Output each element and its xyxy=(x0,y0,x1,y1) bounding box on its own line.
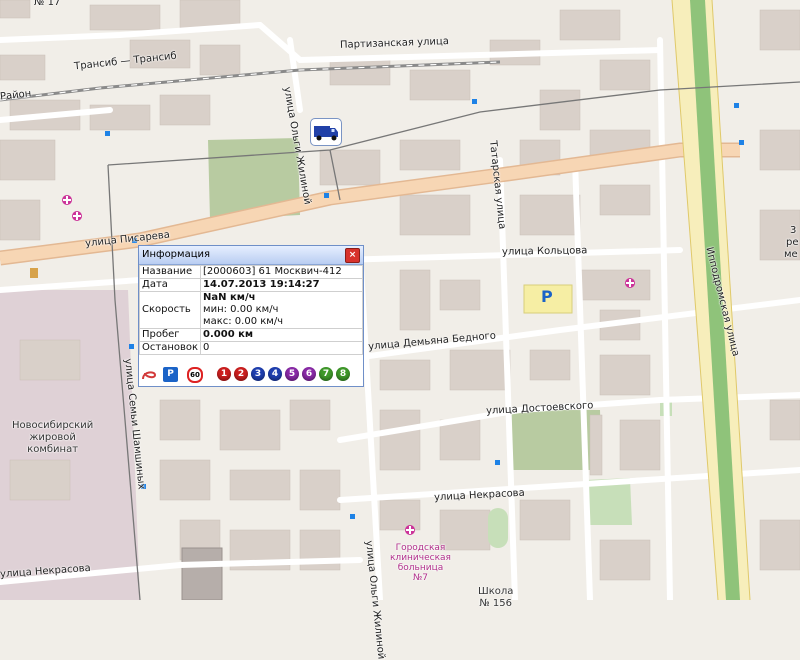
table-row: Скорость NaN км/ч мин: 0.00 км/ч макс: 0… xyxy=(138,291,363,329)
name-label: Название xyxy=(138,265,202,279)
track-icon[interactable] xyxy=(141,367,157,383)
parking-icon[interactable]: P xyxy=(163,367,178,382)
district-label-fat-plant: Новосибирский жировой комбинат xyxy=(12,420,94,455)
info-table: Название [2000603] 61 Москвич-412 Дата 1… xyxy=(138,265,363,355)
stops-label: Остановок xyxy=(138,341,202,355)
stops-value: 0 xyxy=(200,341,363,355)
speed-value: NaN км/ч xyxy=(203,292,256,303)
popup-titlebar[interactable]: Информация × xyxy=(139,246,363,265)
edge-label-me: ме xyxy=(784,249,798,260)
number-2-icon[interactable]: 2 xyxy=(234,367,248,381)
number-1-icon[interactable]: 1 xyxy=(217,367,231,381)
close-button[interactable]: × xyxy=(345,248,360,263)
speed-max: макс: 0.00 км/ч xyxy=(203,316,284,327)
school-label: Школа № 156 xyxy=(478,586,514,609)
truck-icon xyxy=(314,126,338,141)
speed-min: мин: 0.00 км/ч xyxy=(203,304,279,315)
date-label: Дата xyxy=(138,278,202,292)
date-value: 14.07.2013 19:14:27 xyxy=(203,279,320,290)
table-row: Остановок 0 xyxy=(138,341,363,355)
mileage-value: 0.000 км xyxy=(203,329,254,340)
hospital-label: Городская клиническая больница №7 xyxy=(390,543,451,583)
number-7-icon[interactable]: 7 xyxy=(319,367,333,381)
speed-limit-icon[interactable]: 60 xyxy=(187,367,203,383)
number-3-icon[interactable]: 3 xyxy=(251,367,265,381)
street-label-koltsova: улица Кольцова xyxy=(501,245,588,258)
table-row: Дата 14.07.2013 19:14:27 xyxy=(138,278,363,292)
name-value: [2000603] 61 Москвич-412 xyxy=(200,265,363,279)
info-popup: Информация × Название [2000603] 61 Москв… xyxy=(138,245,364,387)
vehicle-marker[interactable] xyxy=(310,118,342,146)
number-5-icon[interactable]: 5 xyxy=(285,367,299,381)
edge-label-3: 3 xyxy=(790,225,797,236)
number-6-icon[interactable]: 6 xyxy=(302,367,316,381)
popup-title: Информация xyxy=(142,249,211,260)
edge-label-number: № 17 xyxy=(34,0,61,8)
speed-label: Скорость xyxy=(138,291,202,329)
table-row: Название [2000603] 61 Москвич-412 xyxy=(138,265,363,279)
number-8-icon[interactable]: 8 xyxy=(336,367,350,381)
table-row: Пробег 0.000 км xyxy=(138,328,363,342)
parking-label: P xyxy=(541,287,553,306)
mileage-label: Пробег xyxy=(138,328,202,342)
edge-label-re: ре xyxy=(786,237,799,248)
number-4-icon[interactable]: 4 xyxy=(268,367,282,381)
map-canvas[interactable] xyxy=(0,0,800,600)
